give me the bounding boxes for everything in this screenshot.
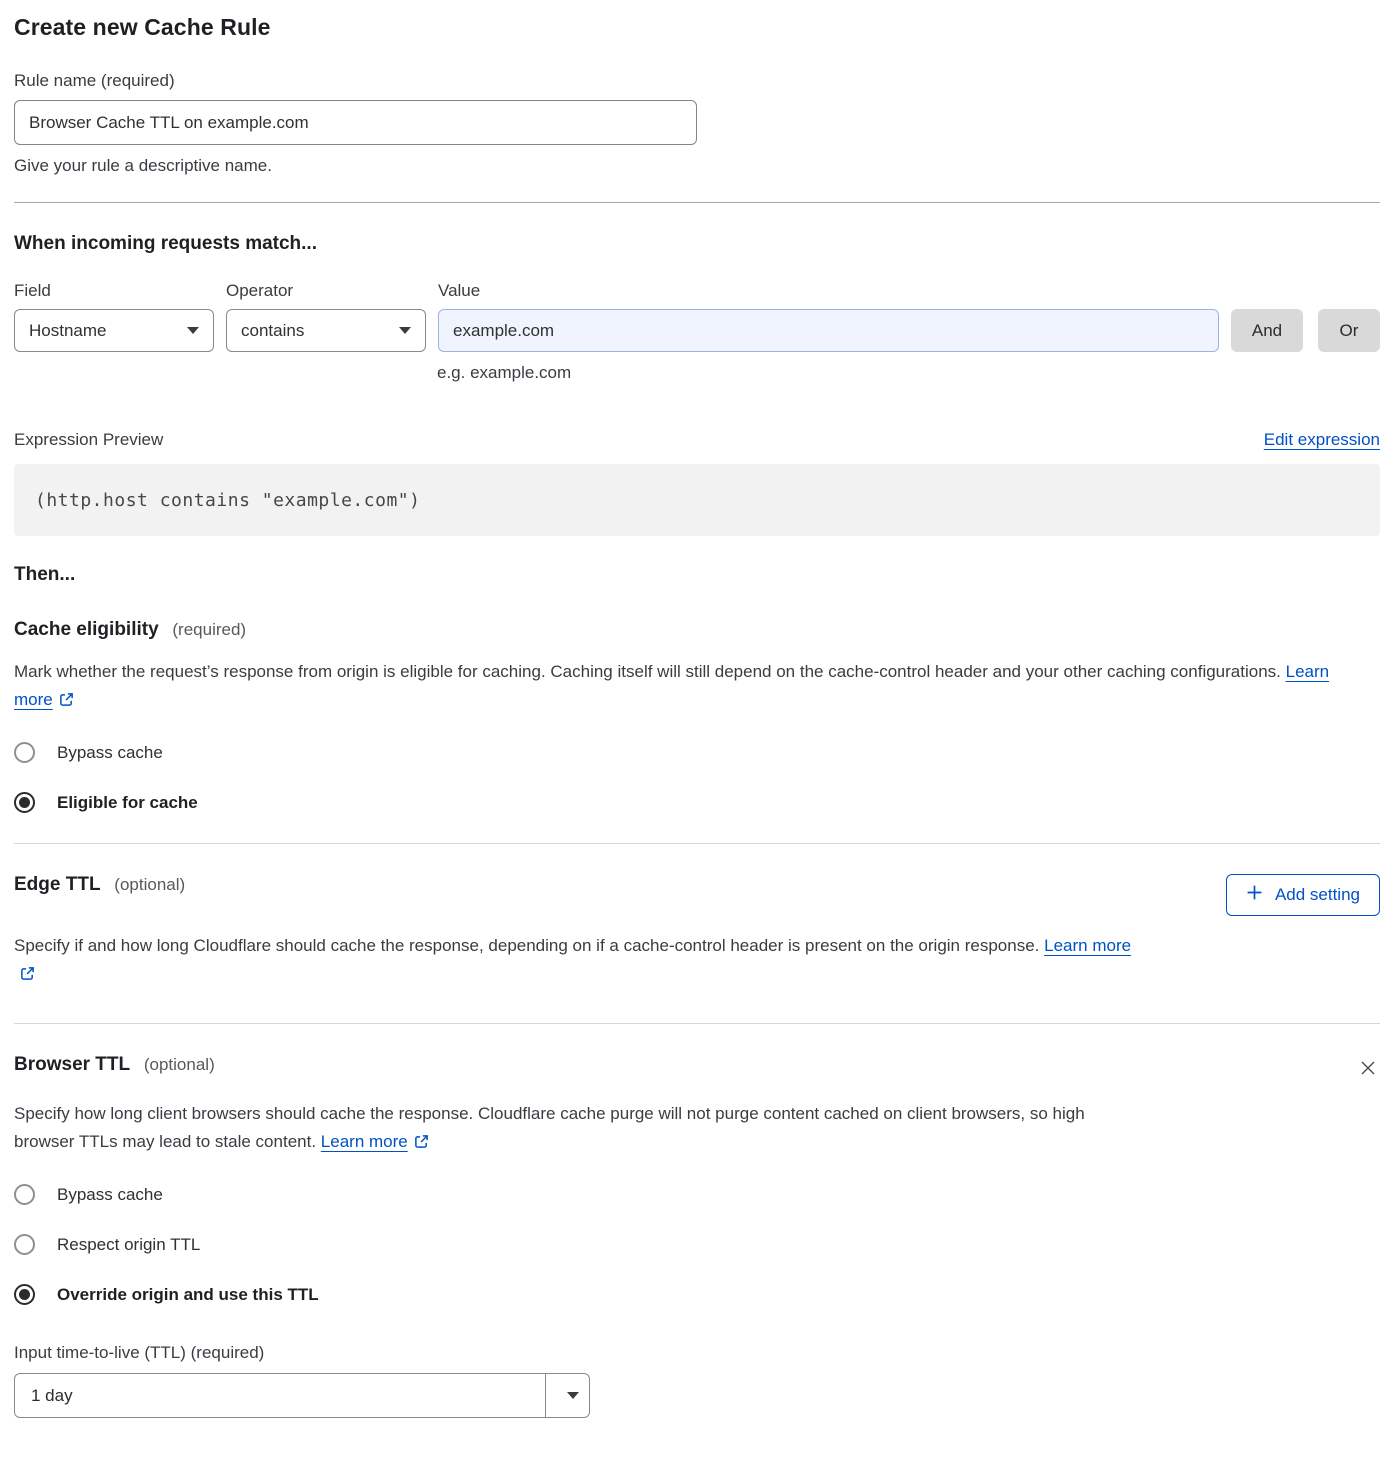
ttl-select[interactable]: 1 day xyxy=(14,1373,590,1418)
external-link-icon xyxy=(59,688,74,716)
description-text: Specify if and how long Cloudflare shoul… xyxy=(14,936,1039,955)
remove-browser-ttl-button[interactable] xyxy=(1356,1056,1380,1083)
ttl-select-arrow[interactable] xyxy=(545,1374,589,1417)
radio-label: Respect origin TTL xyxy=(57,1235,200,1255)
or-button[interactable]: Or xyxy=(1318,309,1380,352)
field-select-value: Hostname xyxy=(29,321,106,341)
plus-icon xyxy=(1246,884,1263,906)
radio-icon xyxy=(14,792,35,813)
add-setting-button[interactable]: Add setting xyxy=(1226,874,1380,916)
section-divider xyxy=(14,202,1380,203)
radio-icon xyxy=(14,742,35,763)
rule-name-label: Rule name (required) xyxy=(14,71,1380,91)
radio-label: Eligible for cache xyxy=(57,793,198,813)
radio-respect-origin-ttl[interactable]: Respect origin TTL xyxy=(14,1234,1380,1255)
field-select[interactable]: Hostname xyxy=(14,309,214,352)
external-link-icon xyxy=(20,962,35,990)
optional-tag: (optional) xyxy=(144,1055,215,1074)
radio-icon xyxy=(14,1184,35,1205)
chevron-down-icon xyxy=(187,327,199,334)
radio-icon xyxy=(14,1284,35,1305)
expression-code: (http.host contains "example.com") xyxy=(35,490,420,511)
radio-bypass-cache[interactable]: Bypass cache xyxy=(14,1184,1380,1205)
operator-column: Operator contains xyxy=(226,281,426,352)
radio-label: Bypass cache xyxy=(57,1185,163,1205)
expression-preview-header: Expression Preview Edit expression xyxy=(14,430,1380,450)
cache-eligibility-section: Cache eligibility (required) Mark whethe… xyxy=(14,619,1380,813)
description-text: Specify how long client browsers should … xyxy=(14,1104,1085,1151)
operator-select-value: contains xyxy=(241,321,304,341)
radio-bypass-cache[interactable]: Bypass cache xyxy=(14,742,1380,763)
radio-override-origin-ttl[interactable]: Override origin and use this TTL xyxy=(14,1284,1380,1305)
expression-preview-box: (http.host contains "example.com") xyxy=(14,464,1380,536)
rule-name-helper: Give your rule a descriptive name. xyxy=(14,156,1380,176)
close-icon xyxy=(1358,1066,1378,1081)
ttl-label: Input time-to-live (TTL) (required) xyxy=(14,1343,1380,1363)
match-heading: When incoming requests match... xyxy=(14,233,1380,255)
radio-eligible-for-cache[interactable]: Eligible for cache xyxy=(14,792,1380,813)
description-text: Mark whether the request’s response from… xyxy=(14,662,1281,681)
operator-label: Operator xyxy=(226,281,426,301)
edge-ttl-description: Specify if and how long Cloudflare shoul… xyxy=(14,932,1134,990)
value-input[interactable] xyxy=(438,309,1219,352)
operator-select[interactable]: contains xyxy=(226,309,426,352)
page-title: Create new Cache Rule xyxy=(14,14,1380,41)
rule-name-section: Rule name (required) Give your rule a de… xyxy=(14,71,1380,176)
external-link-icon xyxy=(414,1130,429,1158)
cache-eligibility-heading: Cache eligibility xyxy=(14,619,159,640)
rule-name-input[interactable] xyxy=(14,100,697,145)
value-column: Value xyxy=(438,281,1219,352)
expression-preview-label: Expression Preview xyxy=(14,430,163,450)
field-label: Field xyxy=(14,281,214,301)
chevron-down-icon xyxy=(399,327,411,334)
radio-icon xyxy=(14,1234,35,1255)
radio-label: Bypass cache xyxy=(57,743,163,763)
cache-eligibility-options: Bypass cache Eligible for cache xyxy=(14,742,1380,813)
add-setting-label: Add setting xyxy=(1275,885,1360,905)
match-condition-row: Field Hostname Operator contains Value A… xyxy=(14,281,1380,352)
learn-more-link[interactable]: Learn more xyxy=(1044,936,1131,955)
browser-ttl-section: Browser TTL (optional) Specify how long … xyxy=(14,1054,1380,1418)
section-divider xyxy=(14,843,1380,844)
and-button[interactable]: And xyxy=(1231,309,1303,352)
edge-ttl-section: Edge TTL (optional) Add setting Specify … xyxy=(14,874,1380,990)
edge-ttl-heading: Edge TTL xyxy=(14,874,101,895)
then-heading: Then... xyxy=(14,564,1380,586)
chevron-down-icon xyxy=(567,1392,579,1399)
required-tag: (required) xyxy=(172,620,246,639)
edit-expression-link[interactable]: Edit expression xyxy=(1264,430,1380,450)
section-divider xyxy=(14,1023,1380,1024)
radio-label: Override origin and use this TTL xyxy=(57,1285,319,1305)
browser-ttl-description: Specify how long client browsers should … xyxy=(14,1100,1114,1158)
value-helper: e.g. example.com xyxy=(437,363,1380,383)
browser-ttl-heading: Browser TTL xyxy=(14,1054,130,1075)
value-label: Value xyxy=(438,281,1219,301)
create-cache-rule-form: Create new Cache Rule Rule name (require… xyxy=(0,0,1400,1458)
field-column: Field Hostname xyxy=(14,281,214,352)
learn-more-link[interactable]: Learn more xyxy=(321,1132,408,1151)
optional-tag: (optional) xyxy=(114,875,185,894)
ttl-select-value: 1 day xyxy=(15,1374,545,1417)
ttl-input-block: Input time-to-live (TTL) (required) 1 da… xyxy=(14,1343,1380,1418)
cache-eligibility-description: Mark whether the request’s response from… xyxy=(14,658,1359,716)
browser-ttl-options: Bypass cache Respect origin TTL Override… xyxy=(14,1184,1380,1305)
